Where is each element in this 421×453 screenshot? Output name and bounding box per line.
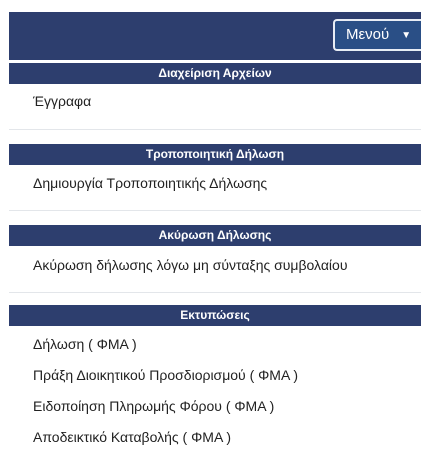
divider <box>9 292 421 293</box>
divider <box>9 210 421 211</box>
divider <box>9 129 421 130</box>
menu-item-print-tax-payment-notice[interactable]: Ειδοποίηση Πληρωμής Φόρου ( ΦΜΑ ) <box>33 398 274 414</box>
caret-down-icon: ▼ <box>401 30 412 41</box>
menu-button-label: Μενού <box>346 26 390 43</box>
menu-button[interactable]: Μενού ▼ <box>333 19 421 51</box>
menu-item-cancel-declaration[interactable]: Ακύρωση δήλωσης λόγω μη σύνταξης συμβολα… <box>33 257 348 273</box>
section-header-cancel-declaration: Ακύρωση Δήλωσης <box>9 225 421 246</box>
section-header-file-management: Διαχείριση Αρχείων <box>9 63 421 84</box>
menu-item-print-declaration[interactable]: Δήλωση ( ΦΜΑ ) <box>33 336 137 352</box>
section-header-prints: Εκτυπώσεις <box>9 305 421 326</box>
section-header-amending-declaration: Τροποποιητική Δήλωση <box>9 144 421 165</box>
menu-item-create-amending-declaration[interactable]: Δημιουργία Τροποποιητικής Δήλωσης <box>33 175 267 191</box>
page: Μενού ▼ Διαχείριση Αρχείων Έγγραφα Τροποπ… <box>0 0 421 453</box>
menu-item-print-payment-receipt[interactable]: Αποδεικτικό Καταβολής ( ΦΜΑ ) <box>33 429 231 445</box>
menu-item-documents[interactable]: Έγγραφα <box>33 93 91 109</box>
menu-item-print-administrative-assessment[interactable]: Πράξη Διοικητικού Προσδιορισμού ( ΦΜΑ ) <box>33 367 298 383</box>
